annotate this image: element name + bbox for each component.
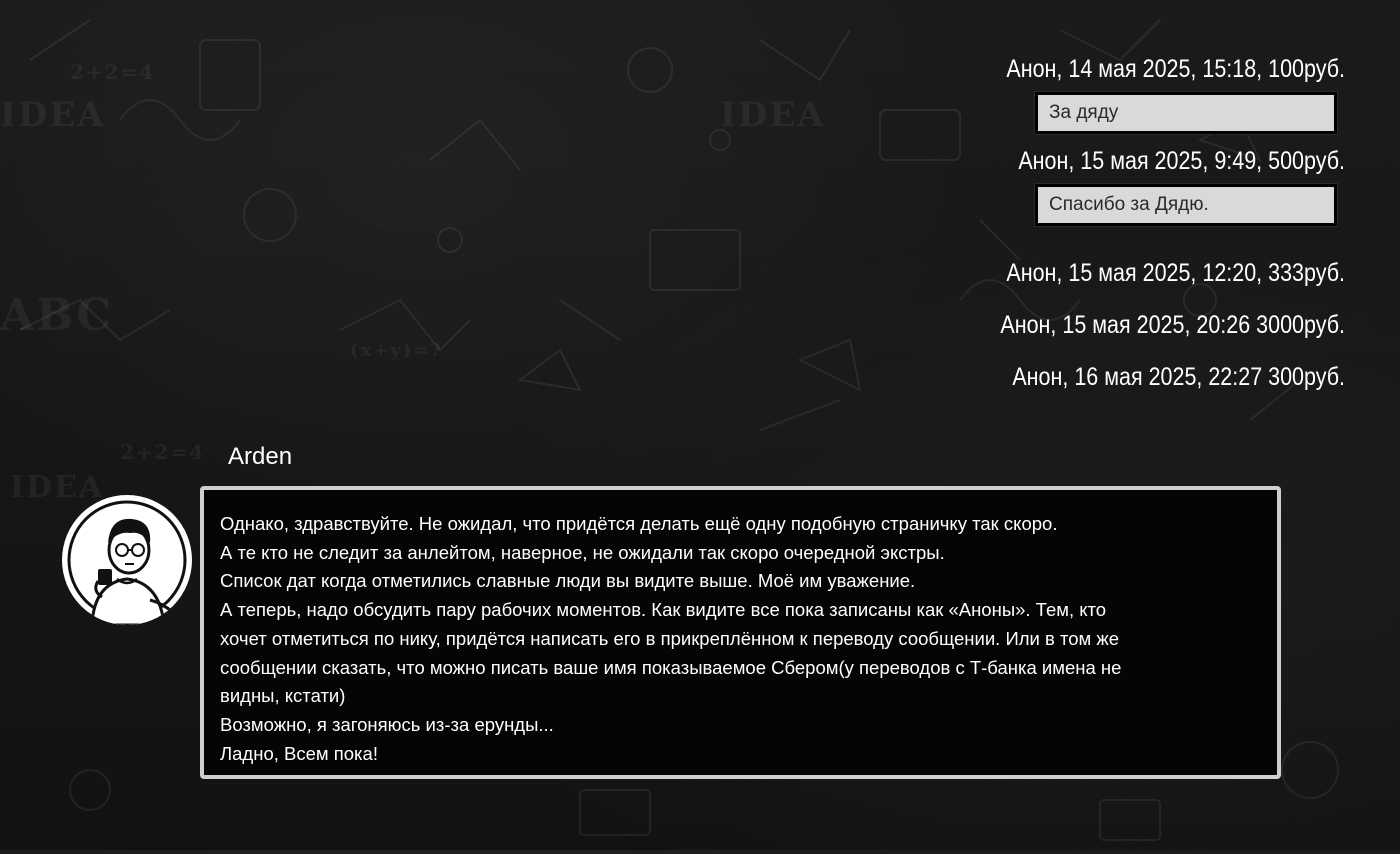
message-line: А теперь, надо обсудить пару рабочих мом… xyxy=(220,599,1107,621)
donation-comment: За дяду xyxy=(1035,92,1337,134)
avatar-icon xyxy=(62,495,192,625)
donation-comment: Спасибо за Дядю. xyxy=(1035,184,1337,226)
donation-line: Анон, 14 мая 2025, 15:18, 100руб. xyxy=(1006,55,1345,83)
message-line: Возможно, я загоняюсь из-за ерунды... xyxy=(220,713,554,735)
author-name: Arden xyxy=(228,443,293,470)
doodle-formula-text: 2+2=4 xyxy=(120,440,206,464)
doodle-idea-text: IDEA xyxy=(0,95,106,135)
message-line: сообщении сказать, что можно писать ваше… xyxy=(220,656,1122,678)
donations-list: Анон, 14 мая 2025, 15:18, 100руб. За дяд… xyxy=(925,52,1345,394)
donation-line: Анон, 15 мая 2025, 12:20, 333руб. xyxy=(1006,259,1345,287)
donation-entry: Анон, 15 мая 2025, 20:26 3000руб. xyxy=(925,308,1345,342)
donation-entry: Анон, 16 мая 2025, 22:27 300руб. xyxy=(925,360,1345,394)
doodle-formula-text: (x+y)=? xyxy=(350,340,443,361)
donation-line: Анон, 15 мая 2025, 20:26 3000руб. xyxy=(1000,311,1345,339)
message-line: видны, кстати) xyxy=(220,685,346,707)
doodle-abc-text: ABC xyxy=(0,290,114,341)
donation-entry: Анон, 14 мая 2025, 15:18, 100руб. За дяд… xyxy=(925,52,1345,134)
donation-entry: Анон, 15 мая 2025, 12:20, 333руб. xyxy=(925,256,1345,290)
message-line: А те кто не следит за анлейтом, наверное… xyxy=(220,541,945,563)
avatar-drawing xyxy=(67,500,187,625)
doodle-idea-text: IDEA xyxy=(720,95,826,135)
donation-line: Анон, 16 мая 2025, 22:27 300руб. xyxy=(1012,363,1345,391)
message-line: Список дат когда отметились славные люди… xyxy=(220,570,916,592)
message-line: Ладно, Всем пока! xyxy=(220,742,378,764)
message-line: хочет отметиться по нику, придётся напис… xyxy=(220,627,1120,649)
donation-entry: Анон, 15 мая 2025, 9:49, 500руб. Спасибо… xyxy=(925,144,1345,226)
message-box: Однако, здравствуйте. Не ожидал, что при… xyxy=(200,486,1281,779)
donation-line: Анон, 15 мая 2025, 9:49, 500руб. xyxy=(1018,147,1345,175)
message-line: Однако, здравствуйте. Не ожидал, что при… xyxy=(220,513,1058,534)
doodle-formula-text: 2+2=4 xyxy=(70,60,156,84)
doodle-idea-text: IDEA xyxy=(10,470,105,505)
